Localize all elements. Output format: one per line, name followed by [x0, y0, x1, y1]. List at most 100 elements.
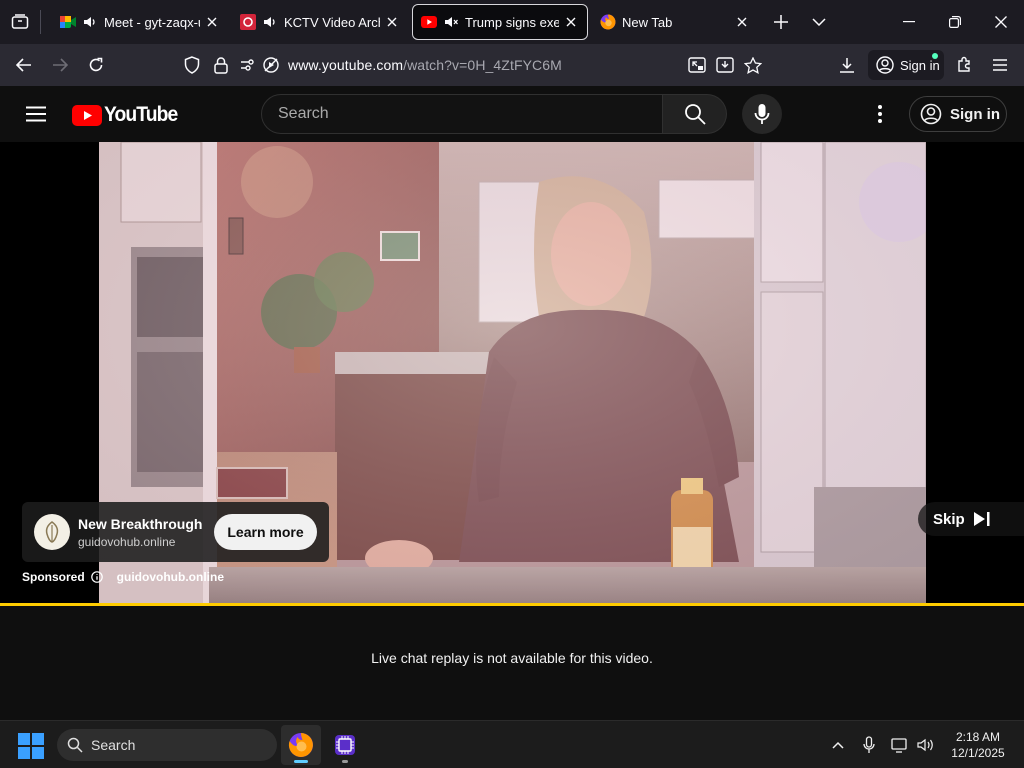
- url-path: /watch?v=0H_4ZtFYC6M: [403, 57, 562, 73]
- youtube-signin-label: Sign in: [950, 105, 1000, 123]
- ad-domain[interactable]: guidovohub.online: [78, 535, 202, 549]
- minimize-button[interactable]: [886, 0, 932, 44]
- speaker-icon[interactable]: [262, 14, 278, 30]
- lock-icon[interactable]: [214, 56, 228, 74]
- notification-dot: [932, 53, 938, 59]
- back-button[interactable]: [6, 49, 42, 81]
- new-tab-button[interactable]: [762, 4, 800, 40]
- firefox-account-signin-button[interactable]: Sign in: [868, 50, 944, 80]
- search-icon: [684, 104, 706, 125]
- browser-tab-strip: Meet - gyt-zaqx-uh KCTV Video Archive Tr…: [0, 0, 1024, 44]
- youtube-masthead: YouTube Sign in: [0, 86, 1024, 142]
- chevron-down-icon: [812, 18, 826, 26]
- clock-date: 12/1/2025: [951, 746, 1005, 760]
- network-monitor-icon: [891, 738, 907, 753]
- speaker-muted-icon[interactable]: [443, 14, 459, 30]
- close-tab-icon[interactable]: [204, 14, 220, 30]
- reload-icon: [89, 57, 103, 72]
- tab-title: New Tab: [622, 14, 673, 30]
- url-text[interactable]: www.youtube.com/watch?v=0H_4ZtFYC6M: [288, 57, 562, 73]
- ad-sponsored-badge: Sponsored guidovohub.online: [22, 570, 224, 584]
- forward-button[interactable]: [42, 49, 78, 81]
- tab-kctv[interactable]: KCTV Video Archive: [232, 4, 408, 40]
- url-domain: www.youtube.com: [288, 57, 404, 73]
- guide-menu-button[interactable]: [18, 98, 54, 130]
- browser-navigation-bar: www.youtube.com/watch?v=0H_4ZtFYC6M Sign…: [0, 44, 1024, 86]
- taskbar-firefox-button[interactable]: [281, 725, 321, 765]
- voice-search-button[interactable]: [742, 94, 782, 134]
- tab-overview-icon: [11, 14, 29, 29]
- close-window-button[interactable]: [978, 0, 1024, 44]
- show-hidden-icons-button[interactable]: [826, 733, 850, 757]
- skip-ad-button[interactable]: Skip: [918, 502, 1024, 536]
- taskbar-search-box[interactable]: Search: [57, 729, 277, 761]
- microphone-icon: [754, 104, 770, 124]
- minimize-icon: [903, 21, 915, 23]
- youtube-wordmark: YouTube: [104, 103, 178, 126]
- taskbar-app-button[interactable]: [325, 725, 365, 765]
- ad-advertiser-logo-icon[interactable]: [34, 514, 70, 550]
- microphone-in-use-indicator[interactable]: [857, 733, 881, 757]
- settings-more-button[interactable]: [864, 98, 896, 130]
- ad-overlay-card[interactable]: New Breakthrough guidovohub.online Learn…: [22, 502, 329, 562]
- youtube-search-button[interactable]: [663, 94, 727, 134]
- youtube-search-input[interactable]: [278, 105, 662, 123]
- downloads-button[interactable]: [829, 49, 865, 81]
- tab-title: Meet - gyt-zaqx-uh: [104, 14, 200, 30]
- account-circle-icon: [920, 103, 942, 125]
- close-tab-icon[interactable]: [734, 14, 750, 30]
- youtube-icon: [421, 14, 437, 30]
- chip-app-icon: [335, 735, 355, 755]
- bookmark-star-button[interactable]: [735, 49, 771, 81]
- star-icon: [744, 56, 762, 74]
- list-all-tabs-button[interactable]: [800, 4, 838, 40]
- windows-logo-icon: [18, 733, 44, 759]
- tab-meet[interactable]: Meet - gyt-zaqx-uh: [52, 4, 228, 40]
- youtube-logo[interactable]: YouTube: [72, 103, 184, 127]
- plus-icon: [774, 15, 788, 29]
- hamburger-menu-icon: [993, 59, 1007, 71]
- screenshot-icon: [716, 57, 734, 73]
- ad-title[interactable]: New Breakthrough: [78, 516, 202, 532]
- google-meet-icon: [60, 14, 76, 30]
- tab-divider: [40, 10, 44, 34]
- youtube-play-logo-icon: [72, 104, 102, 126]
- windows-taskbar: Search 2:18 AM 12/1/2025: [0, 720, 1024, 768]
- network-button[interactable]: [888, 733, 912, 757]
- youtube-signin-button[interactable]: Sign in: [909, 96, 1007, 132]
- sponsored-domain-link[interactable]: guidovohub.online: [117, 570, 224, 584]
- start-button[interactable]: [18, 733, 44, 759]
- taskbar-search-label: Search: [91, 737, 136, 753]
- learn-more-button[interactable]: Learn more: [214, 514, 317, 550]
- arrow-right-icon: [53, 58, 68, 72]
- ad-text-block[interactable]: New Breakthrough guidovohub.online: [78, 516, 202, 549]
- youtube-search-box[interactable]: [261, 94, 663, 134]
- skip-next-icon: [973, 512, 990, 526]
- volume-button[interactable]: [914, 733, 938, 757]
- chat-unavailable-message: Live chat replay is not available for th…: [371, 650, 653, 666]
- live-chat-panel: Live chat replay is not available for th…: [0, 606, 1024, 720]
- hamburger-menu-icon: [26, 106, 46, 122]
- active-app-indicator: [294, 760, 308, 763]
- tab-overview-button[interactable]: [0, 0, 40, 44]
- restore-button[interactable]: [932, 0, 978, 44]
- app-menu-button[interactable]: [982, 49, 1018, 81]
- tab-new-tab[interactable]: New Tab: [592, 4, 758, 40]
- picture-in-picture-icon: [688, 57, 706, 73]
- extensions-button[interactable]: [947, 49, 983, 81]
- permissions-icon[interactable]: [240, 58, 258, 72]
- autoplay-blocked-icon[interactable]: [262, 56, 280, 74]
- tab-youtube-active[interactable]: Trump signs executive: [412, 4, 588, 40]
- reload-button[interactable]: [78, 49, 114, 81]
- video-player[interactable]: New Breakthrough guidovohub.online Learn…: [0, 142, 1024, 604]
- taskbar-clock[interactable]: 2:18 AM 12/1/2025: [946, 729, 1010, 761]
- close-tab-icon[interactable]: [563, 14, 579, 30]
- speaker-icon[interactable]: [82, 14, 98, 30]
- running-app-indicator: [342, 760, 348, 763]
- skip-label: Skip: [933, 510, 965, 528]
- info-icon[interactable]: [90, 571, 103, 583]
- tracking-protection-shield-icon[interactable]: [184, 56, 200, 74]
- firefox-icon: [600, 14, 616, 30]
- arrow-left-icon: [16, 58, 31, 72]
- close-tab-icon[interactable]: [384, 14, 400, 30]
